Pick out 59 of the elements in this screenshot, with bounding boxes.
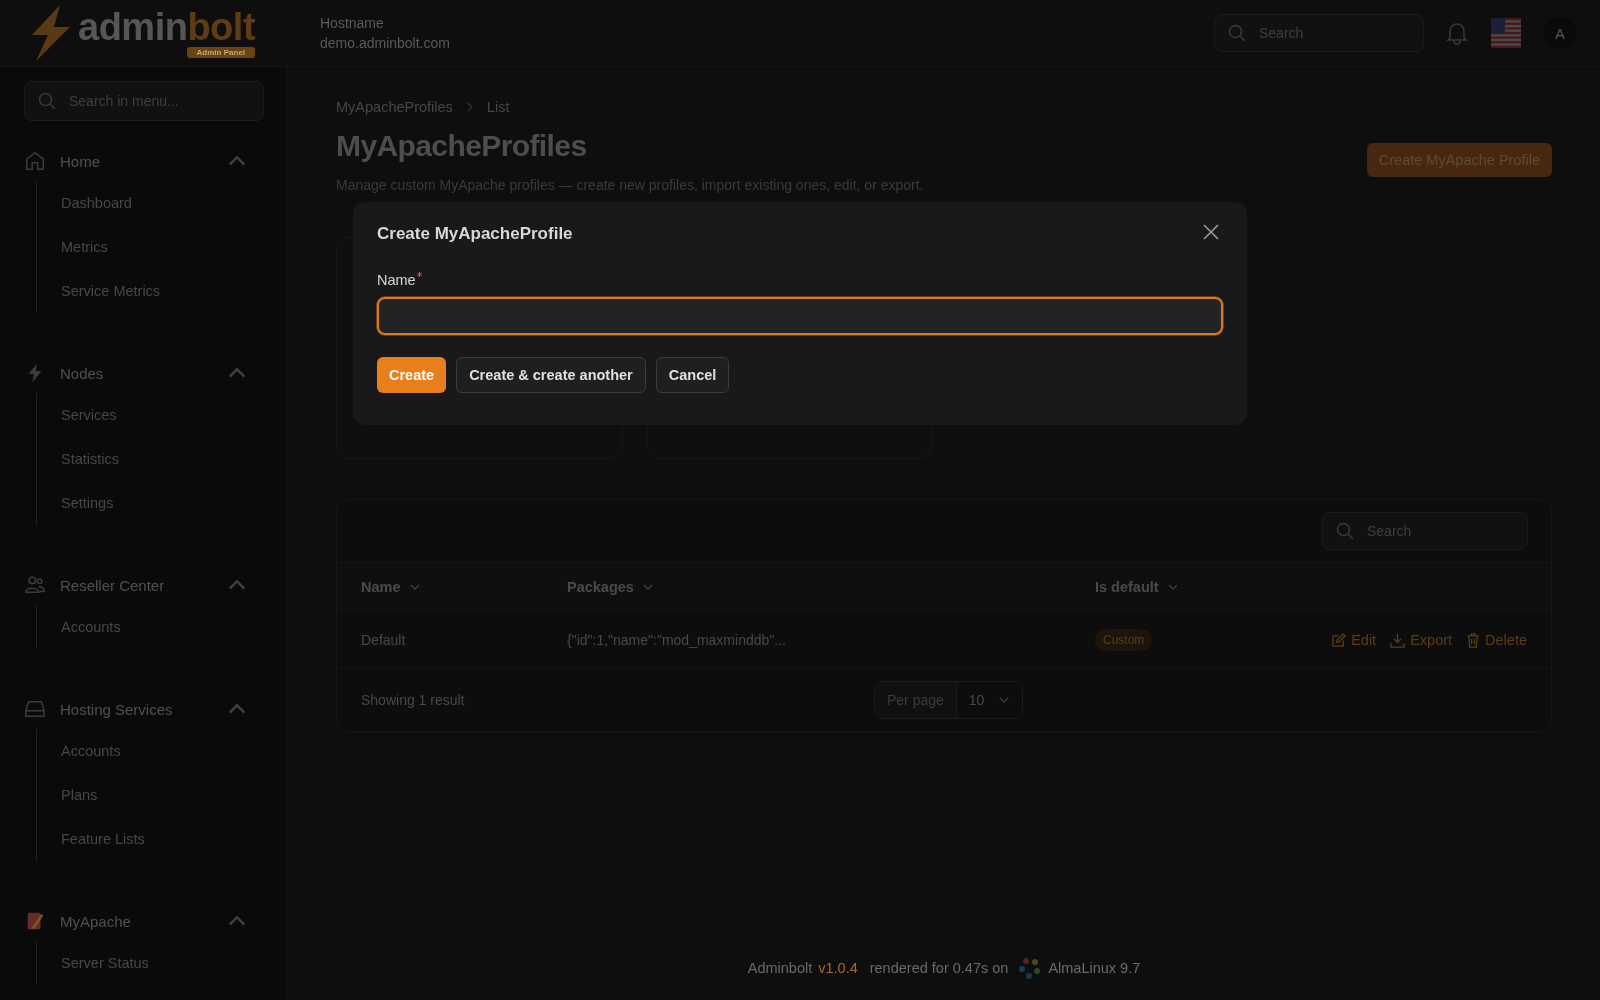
- sidebar-group[interactable]: Hosting Services: [60, 700, 173, 718]
- version-text: v1.0.4: [818, 960, 858, 976]
- sidebar-item[interactable]: Accounts: [61, 619, 121, 635]
- action-link[interactable]: Export: [1410, 632, 1453, 648]
- flower-logo-icon: [1018, 956, 1043, 980]
- bell-icon[interactable]: [1446, 21, 1468, 45]
- sidebar-item[interactable]: Server Status: [61, 955, 149, 971]
- field-label: Name: [377, 272, 416, 288]
- breadcrumb[interactable]: List: [486, 99, 510, 115]
- table-cell-text: {"id":1,"name":"mod_maxminddb"...: [567, 632, 787, 648]
- action-link[interactable]: Edit: [1351, 632, 1377, 648]
- column-header[interactable]: Is default: [1095, 579, 1159, 595]
- modal-title: Create MyApacheProfile: [377, 224, 573, 244]
- action-link[interactable]: Delete: [1485, 632, 1527, 648]
- logo-text: admin: [78, 6, 188, 48]
- edit-icon[interactable]: [1331, 632, 1347, 648]
- search-icon: [1227, 23, 1247, 43]
- sidebar-item[interactable]: Accounts: [61, 743, 121, 759]
- page-title: MyApacheProfiles: [336, 129, 588, 163]
- os-name: AlmaLinux 9.7: [1048, 960, 1141, 976]
- search-icon: [1335, 521, 1355, 541]
- close-icon[interactable]: [1201, 222, 1221, 242]
- name-input[interactable]: [377, 297, 1223, 335]
- house-icon: [24, 150, 46, 172]
- people-icon: [24, 574, 46, 596]
- sidebar-item[interactable]: Metrics: [61, 239, 108, 255]
- hostname: demo.adminbolt.com: [320, 35, 450, 51]
- sidebar-item[interactable]: Statistics: [61, 451, 119, 467]
- sidebar-group[interactable]: Home: [60, 152, 100, 170]
- lightning-logo-icon: [30, 5, 72, 61]
- sidebar-group[interactable]: MyApache: [60, 912, 131, 930]
- hostname-label: Hostname: [320, 15, 385, 31]
- sidebar-item[interactable]: Service Metrics: [61, 283, 161, 299]
- trash-icon[interactable]: [1466, 632, 1481, 648]
- sidebar-item[interactable]: Dashboard: [61, 195, 132, 211]
- drive-icon: [24, 698, 46, 720]
- dialog-button[interactable]: Cancel: [655, 357, 730, 393]
- dialog-button[interactable]: Create & create another: [456, 357, 646, 393]
- logo-text: bolt: [187, 6, 256, 48]
- result-count: Showing 1 result: [361, 692, 465, 708]
- column-header[interactable]: Packages: [567, 579, 634, 595]
- column-header[interactable]: Name: [361, 579, 401, 595]
- footer-text: Adminbolt: [747, 960, 813, 976]
- sidebar-item[interactable]: Settings: [61, 495, 114, 511]
- sidebar-item[interactable]: Plans: [61, 787, 98, 803]
- sidebar-item[interactable]: Services: [61, 407, 117, 423]
- footer-text: rendered for 0.47s on: [869, 960, 1009, 976]
- sidebar-group[interactable]: Nodes: [60, 364, 104, 382]
- dialog-button[interactable]: Create: [377, 357, 447, 393]
- search-icon: [37, 91, 57, 111]
- table-cell-text: Default: [361, 632, 407, 648]
- flag-icon[interactable]: [1490, 17, 1522, 49]
- status-badge: Custom: [1095, 629, 1153, 651]
- sidebar-item[interactable]: Feature Lists: [61, 831, 145, 847]
- breadcrumb[interactable]: MyApacheProfiles: [336, 99, 453, 115]
- download-icon[interactable]: [1390, 632, 1406, 648]
- sidebar-group[interactable]: Reseller Center: [60, 576, 165, 594]
- logo-badge: Admin Panel: [186, 47, 256, 58]
- avatar[interactable]: A: [1544, 17, 1576, 49]
